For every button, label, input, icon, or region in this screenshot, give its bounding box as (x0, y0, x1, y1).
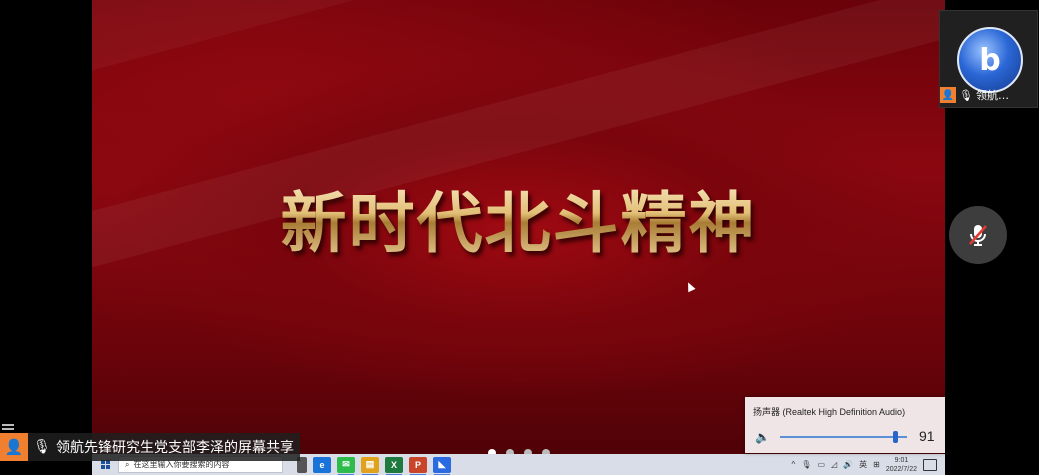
mic-muted-icon (969, 225, 987, 246)
slide-title: 新时代北斗精神 (92, 170, 945, 266)
speaker-icon[interactable]: 🔈 (755, 430, 770, 444)
app-powerpoint-icon[interactable]: P (409, 456, 427, 475)
chevron-up-icon[interactable]: ^ (792, 460, 796, 469)
volume-popup: 扬声器 (Realtek High Definition Audio) 🔈 91 (745, 397, 945, 453)
app-tencent-meeting-icon[interactable]: ◣ (433, 456, 451, 475)
participant-name: 领航… (975, 89, 1009, 102)
system-tray: ^ 🎙 ▭ ◿ 🔊 英 ⊞ 9:01 2022/7/22 (792, 456, 945, 474)
host-person-icon: 👤 (940, 87, 956, 103)
search-icon: ⌕ (125, 459, 130, 469)
app-excel-icon[interactable]: X (385, 456, 403, 475)
volume-slider-thumb[interactable] (893, 431, 899, 443)
audio-device-label: 扬声器 (Realtek High Definition Audio) (753, 407, 906, 417)
microphone-tray-icon[interactable]: 🎙 (801, 460, 811, 469)
participant-label: 👤 🎙 领航… (940, 87, 1009, 103)
menu-lines-icon[interactable] (2, 424, 14, 430)
app-wechat-icon[interactable]: ✉ (337, 456, 355, 475)
participant-avatar: b (957, 27, 1023, 93)
mic-icon: 🎙 (33, 439, 51, 455)
share-label-text: 领航先锋研究生党支部李泽的屏幕共享 (56, 440, 294, 456)
volume-slider[interactable] (780, 431, 907, 443)
app-edge-icon[interactable]: e (313, 456, 331, 473)
volume-value: 91 (919, 428, 935, 444)
taskbar-clock[interactable]: 9:01 2022/7/22 (886, 456, 917, 474)
host-person-icon: 👤 (0, 433, 28, 461)
app-files-icon[interactable]: ▤ (361, 456, 379, 475)
network-icon[interactable]: ◿ (831, 460, 837, 469)
notification-icon[interactable] (923, 458, 937, 471)
windows-logo-icon (100, 460, 110, 469)
clock-date: 2022/7/22 (885, 465, 917, 473)
taskbar-apps: e ✉ ▤ X P ◣ (297, 456, 451, 475)
battery-icon[interactable]: ▭ (817, 460, 825, 469)
mute-toggle-button[interactable] (949, 206, 1007, 264)
speaker-tray-icon[interactable]: 🔊 (843, 460, 853, 469)
input-language[interactable]: 英 (859, 459, 867, 470)
clock-time: 9:01 (894, 456, 909, 464)
screen-share-label: 👤 🎙 领航先锋研究生党支部李泽的屏幕共享 (0, 433, 300, 461)
participant-video-tile[interactable]: b 👤 🎙 领航… (939, 10, 1038, 108)
mic-icon: 🎙 (959, 88, 973, 102)
input-mode-icon[interactable]: ⊞ (873, 460, 880, 469)
mouse-cursor-icon (684, 280, 696, 293)
